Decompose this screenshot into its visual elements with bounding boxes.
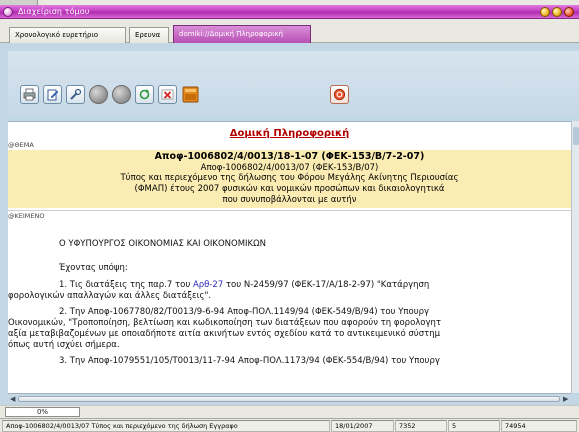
document-view[interactable]: Δομική Πληροφορική @ΘΕΜΑ Αποφ-1006802/4/… [8,121,571,393]
edit-button[interactable] [43,85,62,104]
app-icon [3,7,13,17]
theme-line: Τύπος και περιεχόμενο της δήλωσης του Φό… [120,173,459,183]
minimize-button[interactable] [540,7,550,17]
paragraph-line: αξία μεταβιβαζομένων με οποιαδήποτε αιτί… [8,329,440,339]
status-date: 18/01/2007 [331,420,394,432]
window-title: Διαχείριση τόμου [18,7,90,16]
section-tag-theme: @ΘΕΜΑ [8,141,34,149]
vertical-scrollbar[interactable] [571,121,579,393]
status-number: 74954 [501,420,577,432]
paragraph-line: φορολογικών απαλλαγών και άλλες διατάξει… [8,291,212,301]
article-link[interactable]: Αρθ-27 [193,280,223,290]
book-button[interactable] [181,85,200,104]
theme-title: Αποφ-1006802/4/0013/18-1-07 (ΦΕΚ-153/Β/7… [154,151,425,162]
print-icon [23,88,36,101]
stop-icon [333,88,346,101]
close-button[interactable] [564,7,574,17]
theme-line: (ΦΜΑΠ) έτους 2007 φυσικών και νομικών πρ… [134,184,445,194]
paragraph-text: του Ν-2459/97 (ΦΕΚ-17/Α/18-2-97) "Κατάργ… [223,280,430,290]
tab-chronological-index[interactable]: Χρονολογικό ευρετήριο [9,27,126,43]
theme-line: που συνυποβάλλονται με αυτήν [222,195,357,205]
progress-label: 0% [36,408,49,416]
maximize-button[interactable] [552,7,562,17]
progress-bar: 0% [5,407,80,417]
considering-line: Έχοντας υπόψη: [59,263,128,273]
paragraph-line: όπως αυτή ισχύει σήμερα. [8,340,120,350]
stop-button[interactable] [330,85,349,104]
tab-domiki-info[interactable]: domiki://Δομική Πληροφορική [173,25,311,43]
wrench-icon [70,88,82,100]
delete-button[interactable] [158,85,177,104]
toolbar [8,51,579,117]
refresh-icon [139,89,150,100]
paragraph-2: 2. Την Αποφ-1067780/82/Τ0013/9-6-94 Αποφ… [59,307,430,317]
status-bar: Αποφ-1006802/4/0013/07 Τύπος και περιεχό… [0,418,579,432]
paragraph-line: Οικονομικών, "Τροποποίηση, βελτίωση και … [8,318,442,328]
section-tag-body: @ΚΕΙΜΕΝΟ [8,212,45,220]
status-number: 5 [448,420,500,432]
horizontal-scroll-thumb[interactable] [18,396,560,402]
document-heading: Δομική Πληροφορική [229,128,350,139]
status-number: 7352 [395,420,447,432]
horizontal-scrollbar[interactable]: ◀ ▶ [8,393,571,403]
divider [8,210,571,211]
theme-box: Αποφ-1006802/4/0013/18-1-07 (ΦΕΚ-153/Β/7… [8,150,571,208]
paragraph-1: 1. Τις διατάξεις της παρ.7 του Αρθ-27 το… [59,280,571,291]
tab-search[interactable]: Ερευνα [129,27,169,43]
progress-row: 0% [0,405,579,418]
tools-button[interactable] [66,85,85,104]
book-icon [182,86,199,103]
tab-row: Χρονολογικό ευρετήριο Ερευνα domiki://Δο… [0,19,579,43]
delete-icon [161,89,174,100]
status-description: Αποφ-1006802/4/0013/07 Τύπος και περιεχό… [2,420,330,432]
disabled-button-2[interactable] [112,85,131,104]
paragraph-3: 3. Την Αποφ-1079551/105/Τ0013/11-7-94 Απ… [59,356,440,366]
print-button[interactable] [20,85,39,104]
minister-line: Ο ΥΦΥΠΟΥΡΓΟΣ ΟΙΚΟΝΟΜΙΑΣ ΚΑΙ ΟΙΚΟΝΟΜΙΚΩΝ [59,239,266,249]
vertical-scroll-thumb[interactable] [573,127,579,145]
title-bar: Διαχείριση τόμου [0,5,579,19]
paragraph-text: 1. Τις διατάξεις της παρ.7 του [59,280,193,290]
content-area: Δομική Πληροφορική @ΘΕΜΑ Αποφ-1006802/4/… [0,43,579,405]
refresh-button[interactable] [135,85,154,104]
theme-line: Αποφ-1006802/4/0013/07 (ΦΕΚ-153/Β/07) [200,163,379,173]
disabled-button-1[interactable] [89,85,108,104]
edit-icon [47,89,59,101]
scroll-left-icon[interactable]: ◀ [10,395,15,403]
scroll-right-icon[interactable]: ▶ [563,395,568,403]
